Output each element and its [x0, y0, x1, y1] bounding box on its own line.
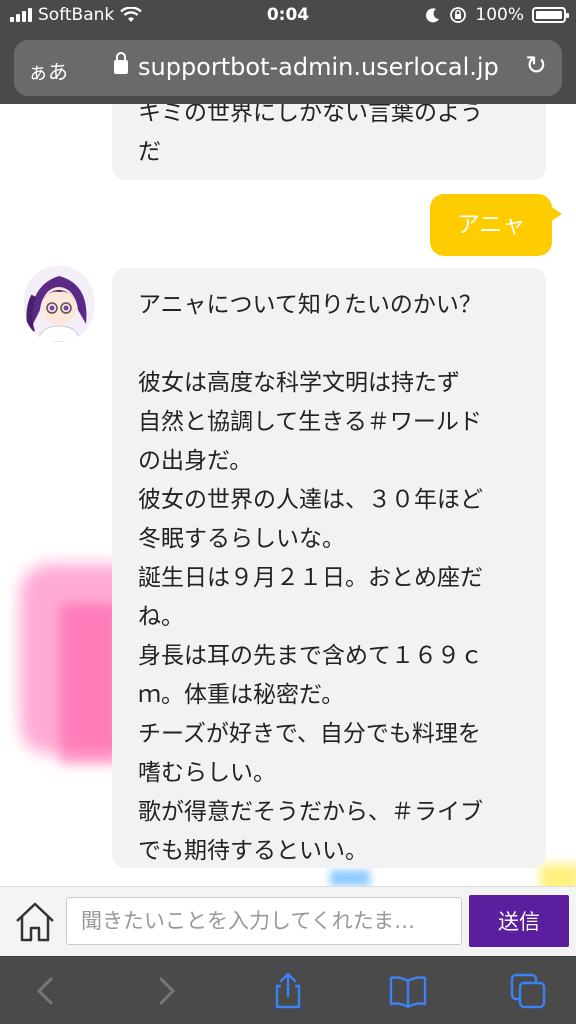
message-line: ｍ。体重は秘密だ。	[138, 682, 345, 708]
browser-url-area: ぁあ supportbot-admin.userlocal.jp ↻	[0, 32, 576, 104]
message-line: の出身だ。	[138, 448, 253, 474]
moon-icon	[426, 8, 440, 23]
message-line: チーズが好きで、自分でも料理を	[138, 721, 481, 747]
message-line: 自然と協調して生きる＃ワールド	[138, 409, 482, 435]
message-line: だ	[138, 139, 161, 165]
message-line: 彼女の世界の人達は、３０年ほど	[138, 487, 483, 513]
chat-area[interactable]: キミの世界にしかない言葉のよう だ アニャ アニャについて知りたいのかい？ 彼女…	[0, 104, 576, 886]
background-decoration	[540, 864, 576, 886]
message-line: ね。	[138, 604, 184, 630]
reload-icon[interactable]: ↻	[520, 50, 552, 82]
bot-avatar	[24, 266, 94, 342]
bot-message: キミの世界にしかない言葉のよう だ	[112, 104, 546, 180]
address-bar[interactable]: ぁあ supportbot-admin.userlocal.jp ↻	[14, 40, 562, 96]
send-button[interactable]: 送信	[469, 895, 569, 947]
forward-icon[interactable]	[146, 971, 186, 1011]
share-icon[interactable]	[268, 971, 308, 1011]
message-line: 歌が得意だそうだから、＃ライブ	[138, 799, 483, 825]
home-icon[interactable]	[12, 899, 58, 945]
book-icon[interactable]	[388, 971, 428, 1011]
message-line: でも期待するといい。	[138, 838, 368, 864]
back-icon[interactable]	[26, 971, 66, 1011]
bot-message: アニャについて知りたいのかい？ 彼女は高度な科学文明は持たず 自然と協調して生き…	[112, 268, 546, 868]
message-line: 誕生日は９月２１日。おとめ座だ	[138, 565, 483, 591]
background-decoration	[60, 604, 120, 764]
battery-percent: 100%	[475, 5, 524, 25]
orientation-lock-icon	[450, 7, 467, 23]
tabs-icon[interactable]	[508, 971, 548, 1011]
chat-input-bar: 送信	[0, 886, 576, 956]
message-line: 嗜むらしい。	[138, 760, 276, 786]
message-line: 彼女は高度な科学文明は持たず	[138, 370, 460, 396]
url-text[interactable]: supportbot-admin.userlocal.jp	[138, 53, 499, 81]
battery-icon	[532, 7, 569, 23]
message-line: 冬眠するらしいな。	[138, 526, 345, 552]
battery-fill	[536, 11, 562, 19]
background-decoration	[330, 870, 370, 886]
question-input[interactable]	[66, 897, 462, 945]
lock-icon	[114, 52, 128, 74]
message-line: 身長は耳の先まで含めて１６９ｃ	[138, 643, 483, 669]
status-right: 100%	[425, 5, 569, 25]
user-message: アニャ	[430, 194, 562, 256]
message-line: キミの世界にしかない言葉のよう	[138, 104, 483, 126]
message-line	[138, 325, 520, 364]
status-bar: SoftBank 0:04 100%	[0, 0, 576, 32]
message-line: アニャについて知りたいのかい？	[138, 292, 482, 318]
browser-toolbar	[0, 956, 576, 1024]
text-size-button[interactable]: ぁあ	[28, 56, 68, 85]
